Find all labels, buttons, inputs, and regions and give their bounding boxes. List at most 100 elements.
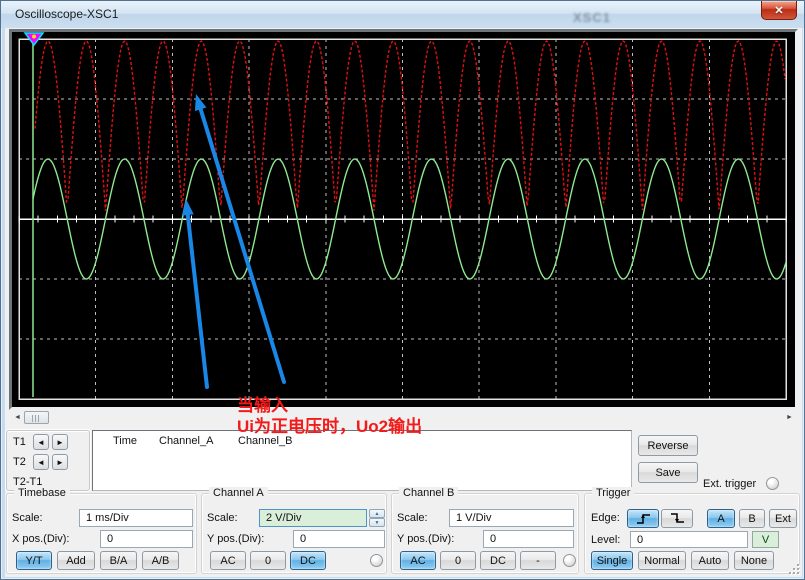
channel-a-dc-button[interactable]: DC <box>290 551 326 570</box>
trigger-single-button[interactable]: Single <box>591 551 633 570</box>
channel-b-probe-radio[interactable] <box>563 554 576 567</box>
channel-a-scale-label: Scale: <box>207 512 238 524</box>
add-button[interactable]: Add <box>57 551 95 570</box>
trigger-group: Trigger Edge: A B Ext Level: 0 V Single <box>584 493 800 574</box>
t1-left-button[interactable]: ◄ <box>33 434 49 450</box>
t2-right-button[interactable]: ► <box>52 454 68 470</box>
right-arrow-icon: ► <box>56 458 64 467</box>
oscilloscope-window: Oscilloscope-XSC1 XSC1 ✕ 当输入 Ui为正电压时，Uo2… <box>0 0 805 580</box>
channel-b-zero-button[interactable]: 0 <box>440 551 476 570</box>
close-button[interactable]: ✕ <box>761 1 797 20</box>
trigger-level-field[interactable]: 0 <box>630 531 748 548</box>
channel-b-caption: Channel B <box>399 487 458 499</box>
trigger-auto-button[interactable]: Auto <box>691 551 729 570</box>
timebase-scale-label: Scale: <box>12 512 43 524</box>
ac-label: AC <box>410 555 425 567</box>
channel-a-scale-spinner: ▲ ▼ <box>369 509 385 527</box>
reverse-button[interactable]: Reverse <box>638 435 698 456</box>
channel-b-scale-label: Scale: <box>397 512 428 524</box>
channel-b-dc-button[interactable]: DC <box>480 551 516 570</box>
cursor-controls: T1 ◄ ► T2 ◄ ► T2-T1 <box>6 430 90 491</box>
left-arrow-icon: ◄ <box>37 458 45 467</box>
trigger-b-label: B <box>748 513 755 525</box>
reverse-label: Reverse <box>648 440 689 452</box>
timebase-group: Timebase Scale: 1 ms/Div X pos.(Div): 0 … <box>6 493 197 574</box>
channel-b-ac-button[interactable]: AC <box>400 551 436 570</box>
dc-label: DC <box>300 555 316 567</box>
spinner-down-button[interactable]: ▼ <box>369 518 385 527</box>
channel-a-ypos-field[interactable]: 0 <box>293 530 385 548</box>
annotation-text: 当输入 Ui为正电压时，Uo2输出 <box>237 395 422 437</box>
scroll-right-icon[interactable]: ► <box>783 411 796 424</box>
timebase-xpos-field[interactable]: 0 <box>100 530 193 548</box>
timebase-scale-field[interactable]: 1 ms/Div <box>79 509 193 527</box>
trigger-none-button[interactable]: None <box>734 551 774 570</box>
channel-a-ac-button[interactable]: AC <box>210 551 246 570</box>
add-label: Add <box>66 555 86 567</box>
channel-b-ypos-label: Y pos.(Div): <box>397 533 454 545</box>
single-label: Single <box>597 555 628 567</box>
channel-b-minus-button[interactable]: - <box>520 551 556 570</box>
t1-right-button[interactable]: ► <box>52 434 68 450</box>
ac-label: AC <box>220 555 235 567</box>
channel-b-ypos-field[interactable]: 0 <box>483 530 574 548</box>
trigger-b-button[interactable]: B <box>739 509 765 528</box>
trigger-a-button[interactable]: A <box>707 509 735 528</box>
trigger-level-unit-select[interactable]: V <box>752 531 779 548</box>
scope-axis <box>19 216 786 223</box>
readout-list[interactable]: Time Channel_A Channel_B <box>92 430 632 491</box>
close-icon: ✕ <box>774 4 783 17</box>
resize-grip[interactable] <box>786 561 799 574</box>
watermark-text: XSC1 <box>573 10 611 25</box>
trigger-level-value: 0 <box>637 534 643 546</box>
waveform-canvas <box>12 32 795 407</box>
timebase-xpos-value: 0 <box>107 533 113 545</box>
scroll-left-icon[interactable]: ◄ <box>11 411 24 424</box>
ba-label: B/A <box>110 555 128 567</box>
channel-a-probe-radio[interactable] <box>370 554 383 567</box>
ba-button[interactable]: B/A <box>100 551 137 570</box>
normal-label: Normal <box>644 555 679 567</box>
rising-edge-icon <box>636 512 651 525</box>
channel-b-ypos-value: 0 <box>490 533 496 545</box>
left-arrow-icon: ◄ <box>37 438 45 447</box>
right-arrow-icon: ► <box>56 438 64 447</box>
minus-label: - <box>536 555 540 567</box>
trigger-ext-label: Ext <box>775 513 791 525</box>
zero-label: 0 <box>265 555 271 567</box>
scope-display <box>9 29 798 410</box>
client-area: 当输入 Ui为正电压时，Uo2输出 ◄ ► T1 ◄ ► T2 ◄ ► T2-T… <box>5 28 802 577</box>
ab-button[interactable]: A/B <box>142 551 179 570</box>
trigger-edge-label: Edge: <box>591 512 620 524</box>
column-time: Time <box>113 435 137 447</box>
rising-edge-button[interactable] <box>627 509 659 528</box>
channel-a-ypos-value: 0 <box>300 533 306 545</box>
channel-a-ypos-label: Y pos.(Div): <box>207 533 264 545</box>
channel-b-scale-field[interactable]: 1 V/Div <box>449 509 574 527</box>
channel-a-scale-field[interactable]: 2 V/Div <box>259 509 367 527</box>
down-arrow-icon: ▼ <box>375 520 380 526</box>
save-button[interactable]: Save <box>638 462 698 483</box>
trigger-caption: Trigger <box>592 487 634 499</box>
column-channel-a: Channel_A <box>159 435 213 447</box>
titlebar[interactable]: Oscilloscope-XSC1 XSC1 ✕ <box>1 1 804 28</box>
timebase-xpos-label: X pos.(Div): <box>12 533 69 545</box>
scrollbar-thumb[interactable] <box>24 411 49 424</box>
yt-button[interactable]: Y/T <box>16 551 52 570</box>
trigger-ext-button[interactable]: Ext <box>769 509 797 528</box>
spinner-up-button[interactable]: ▲ <box>369 509 385 518</box>
trigger-level-label: Level: <box>591 534 620 546</box>
channel-b-scale-value: 1 V/Div <box>456 512 491 524</box>
channel-a-zero-button[interactable]: 0 <box>250 551 286 570</box>
zero-label: 0 <box>455 555 461 567</box>
ext-trigger-radio[interactable] <box>766 477 779 490</box>
channel-a-group: Channel A Scale: 2 V/Div ▲ ▼ Y pos.(Div)… <box>201 493 387 574</box>
channel-b-group: Channel B Scale: 1 V/Div Y pos.(Div): 0 … <box>391 493 579 574</box>
timebase-scale-value: 1 ms/Div <box>86 512 129 524</box>
trigger-normal-button[interactable]: Normal <box>638 551 686 570</box>
ab-label: A/B <box>152 555 170 567</box>
falling-edge-button[interactable] <box>661 509 693 528</box>
up-arrow-icon: ▲ <box>375 511 380 517</box>
channel-a-caption: Channel A <box>209 487 268 499</box>
t2-left-button[interactable]: ◄ <box>33 454 49 470</box>
